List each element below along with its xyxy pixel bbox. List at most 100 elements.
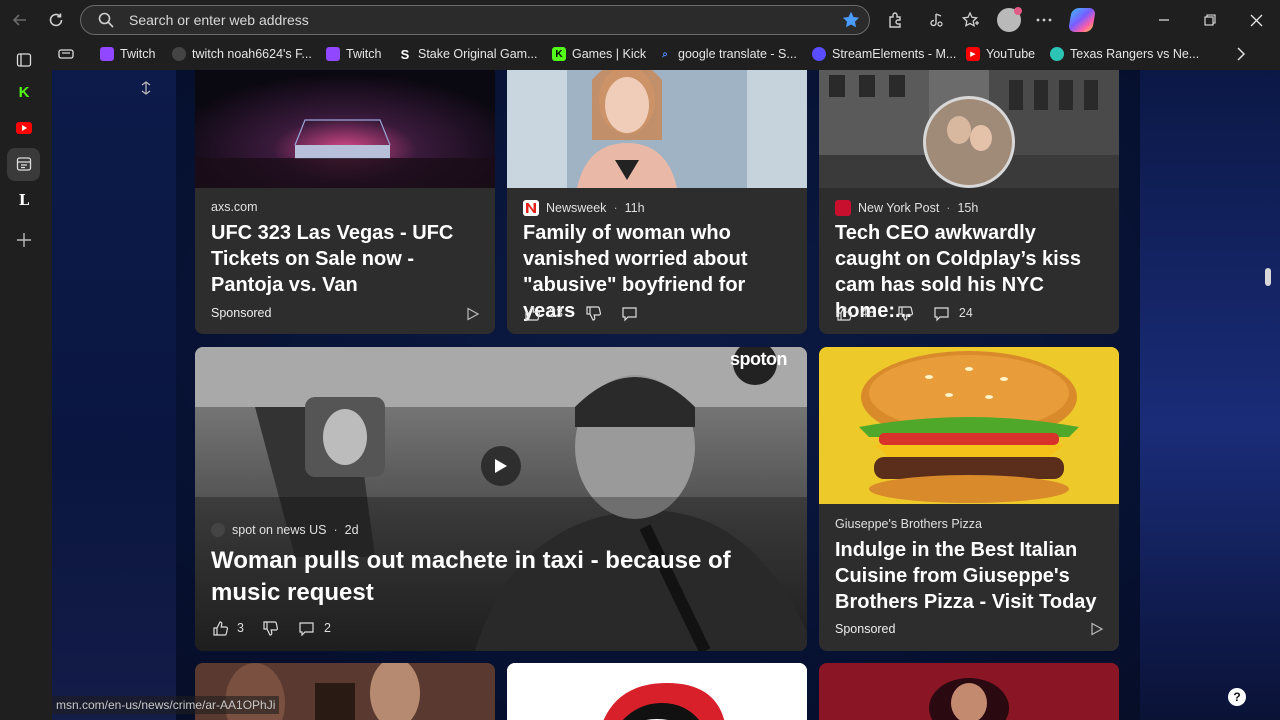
- dodgers-icon[interactable]: L: [12, 188, 36, 212]
- news-card-logo[interactable]: [507, 663, 807, 720]
- profile-avatar[interactable]: [997, 7, 1022, 32]
- comment-count: 24: [958, 306, 973, 320]
- back-arrow-icon[interactable]: [8, 8, 32, 32]
- refresh-icon[interactable]: [44, 8, 68, 32]
- add-icon[interactable]: [12, 228, 36, 252]
- favorite-label: Stake Original Gam...: [418, 47, 538, 61]
- sports-icon: [1050, 47, 1064, 61]
- favorite-label: Games | Kick: [572, 47, 647, 61]
- comment-icon[interactable]: [298, 619, 316, 637]
- read-aloud-icon[interactable]: [925, 9, 947, 31]
- kick-icon[interactable]: K: [12, 80, 36, 104]
- article-age: 11h: [624, 201, 645, 215]
- comment-count: 2: [323, 621, 331, 635]
- channel-avatar-icon: [172, 47, 186, 61]
- card-source: New York Post · 15h: [835, 200, 978, 216]
- more-menu-icon[interactable]: [1033, 9, 1055, 31]
- youtube-icon: ▶: [966, 47, 980, 61]
- card-title[interactable]: Indulge in the Best Italian Cuisine from…: [835, 537, 1105, 615]
- close-icon[interactable]: [1244, 8, 1268, 32]
- news-card-spoton-video[interactable]: spoton spot on news US · 2d Woman pulls …: [195, 347, 807, 651]
- card-title[interactable]: Woman pulls out machete in taxi - becaus…: [211, 545, 787, 609]
- article-age: 2d: [344, 523, 359, 537]
- background-right: [1140, 70, 1280, 720]
- thumbs-down-icon[interactable]: [585, 304, 603, 322]
- favorite-label: YouTube: [986, 47, 1036, 61]
- news-card-newsweek[interactable]: Newsweek · 11h Family of woman who vanis…: [507, 70, 807, 334]
- restore-icon[interactable]: [1198, 8, 1222, 32]
- comment-icon[interactable]: [933, 304, 951, 322]
- favorite-label: Twitch: [346, 47, 382, 61]
- streamelements-icon: [812, 47, 826, 61]
- comment-icon[interactable]: [621, 304, 639, 322]
- card-image-building: [819, 70, 1119, 188]
- card-actions: 48 24: [835, 304, 973, 322]
- news-feed-icon[interactable]: [12, 152, 36, 176]
- status-bar-url: msn.com/en-us/news/crime/ar-AA1OPhJi: [52, 696, 280, 714]
- favorite-label: twitch noah6624's F...: [192, 47, 312, 61]
- source-name: spot on news US: [232, 523, 327, 537]
- thumbs-down-icon[interactable]: [897, 304, 915, 322]
- source-name: Newsweek: [546, 201, 607, 215]
- notification-dot: [1014, 7, 1022, 15]
- favorite-twitch-noah[interactable]: twitch noah6624's F...: [172, 44, 312, 64]
- favorites-icon[interactable]: [960, 9, 982, 31]
- card-image-arena: [195, 70, 495, 188]
- source-name: New York Post: [858, 201, 940, 215]
- chevron-right-icon[interactable]: [1236, 44, 1246, 64]
- ad-choices-icon[interactable]: [1090, 622, 1104, 636]
- spoton-watermark: spoton: [730, 349, 788, 369]
- card-title[interactable]: UFC 323 Las Vegas - UFC Tickets on Sale …: [211, 220, 481, 298]
- thumbs-down-icon[interactable]: [262, 619, 280, 637]
- minimize-icon[interactable]: [1152, 8, 1176, 32]
- collapse-icon[interactable]: [140, 80, 156, 98]
- copilot-icon[interactable]: [1067, 8, 1097, 32]
- like-count: 23: [549, 306, 563, 320]
- favorite-label: google translate - S...: [678, 47, 797, 61]
- news-card-pizza-ad[interactable]: Giuseppe's Brothers Pizza Indulge in the…: [819, 347, 1119, 651]
- source-name: axs.com: [211, 200, 258, 214]
- favorite-stake[interactable]: S Stake Original Gam...: [398, 44, 538, 64]
- youtube-icon[interactable]: [12, 116, 36, 140]
- source-name: Giuseppe's Brothers Pizza: [835, 517, 982, 531]
- page-scrollbar[interactable]: [1265, 268, 1271, 286]
- tab-actions-icon[interactable]: [12, 48, 36, 72]
- search-icon: ⌕: [662, 48, 668, 60]
- help-icon[interactable]: ?: [1228, 688, 1246, 706]
- sponsored-label: Sponsored: [211, 306, 272, 320]
- favorite-twitch-2[interactable]: Twitch: [326, 44, 381, 64]
- news-feed-page: axs.com UFC 323 Las Vegas - UFC Tickets …: [52, 70, 1280, 720]
- news-card-event[interactable]: [819, 663, 1119, 720]
- favorite-twitch[interactable]: Twitch: [100, 44, 155, 64]
- favorite-star-icon[interactable]: [841, 10, 861, 30]
- extensions-icon[interactable]: [884, 9, 906, 31]
- background-left: [52, 70, 176, 720]
- thumbs-up-icon[interactable]: [523, 304, 541, 322]
- play-button[interactable]: [481, 446, 521, 486]
- address-placeholder: Search or enter web address: [129, 12, 309, 28]
- kick-icon: K: [552, 47, 566, 61]
- sponsored-label: Sponsored: [835, 622, 896, 636]
- favorites-collection-icon[interactable]: [58, 44, 74, 64]
- news-card-nypost[interactable]: New York Post · 15h Tech CEO awkwardly c…: [819, 70, 1119, 334]
- card-source: Newsweek · 11h: [523, 200, 645, 216]
- card-image-event: [819, 663, 1119, 720]
- favorite-google-translate[interactable]: ⌕ google translate - S...: [658, 44, 797, 64]
- thumbs-up-icon[interactable]: [211, 619, 229, 637]
- ad-choices-icon[interactable]: [466, 307, 480, 321]
- favorites-bar: Twitch twitch noah6624's F... Twitch S St…: [48, 40, 1280, 68]
- like-count: 3: [237, 621, 244, 635]
- favorite-label: StreamElements - M...: [832, 47, 957, 61]
- favorite-youtube[interactable]: ▶ YouTube: [966, 44, 1035, 64]
- spoton-logo-icon: [211, 523, 225, 537]
- favorite-texas-rangers[interactable]: Texas Rangers vs Ne...: [1050, 44, 1199, 64]
- favorite-streamelements[interactable]: StreamElements - M...: [812, 44, 956, 64]
- browser-toolbar: Search or enter web address: [0, 0, 1280, 40]
- like-count: 48: [861, 306, 875, 320]
- address-bar[interactable]: Search or enter web address: [80, 5, 870, 35]
- news-card-ufc[interactable]: axs.com UFC 323 Las Vegas - UFC Tickets …: [195, 70, 495, 334]
- card-image-burger: [819, 347, 1119, 504]
- thumbs-up-icon[interactable]: [835, 304, 853, 322]
- card-image-mascot: [507, 663, 807, 720]
- favorite-kick[interactable]: K Games | Kick: [552, 44, 646, 64]
